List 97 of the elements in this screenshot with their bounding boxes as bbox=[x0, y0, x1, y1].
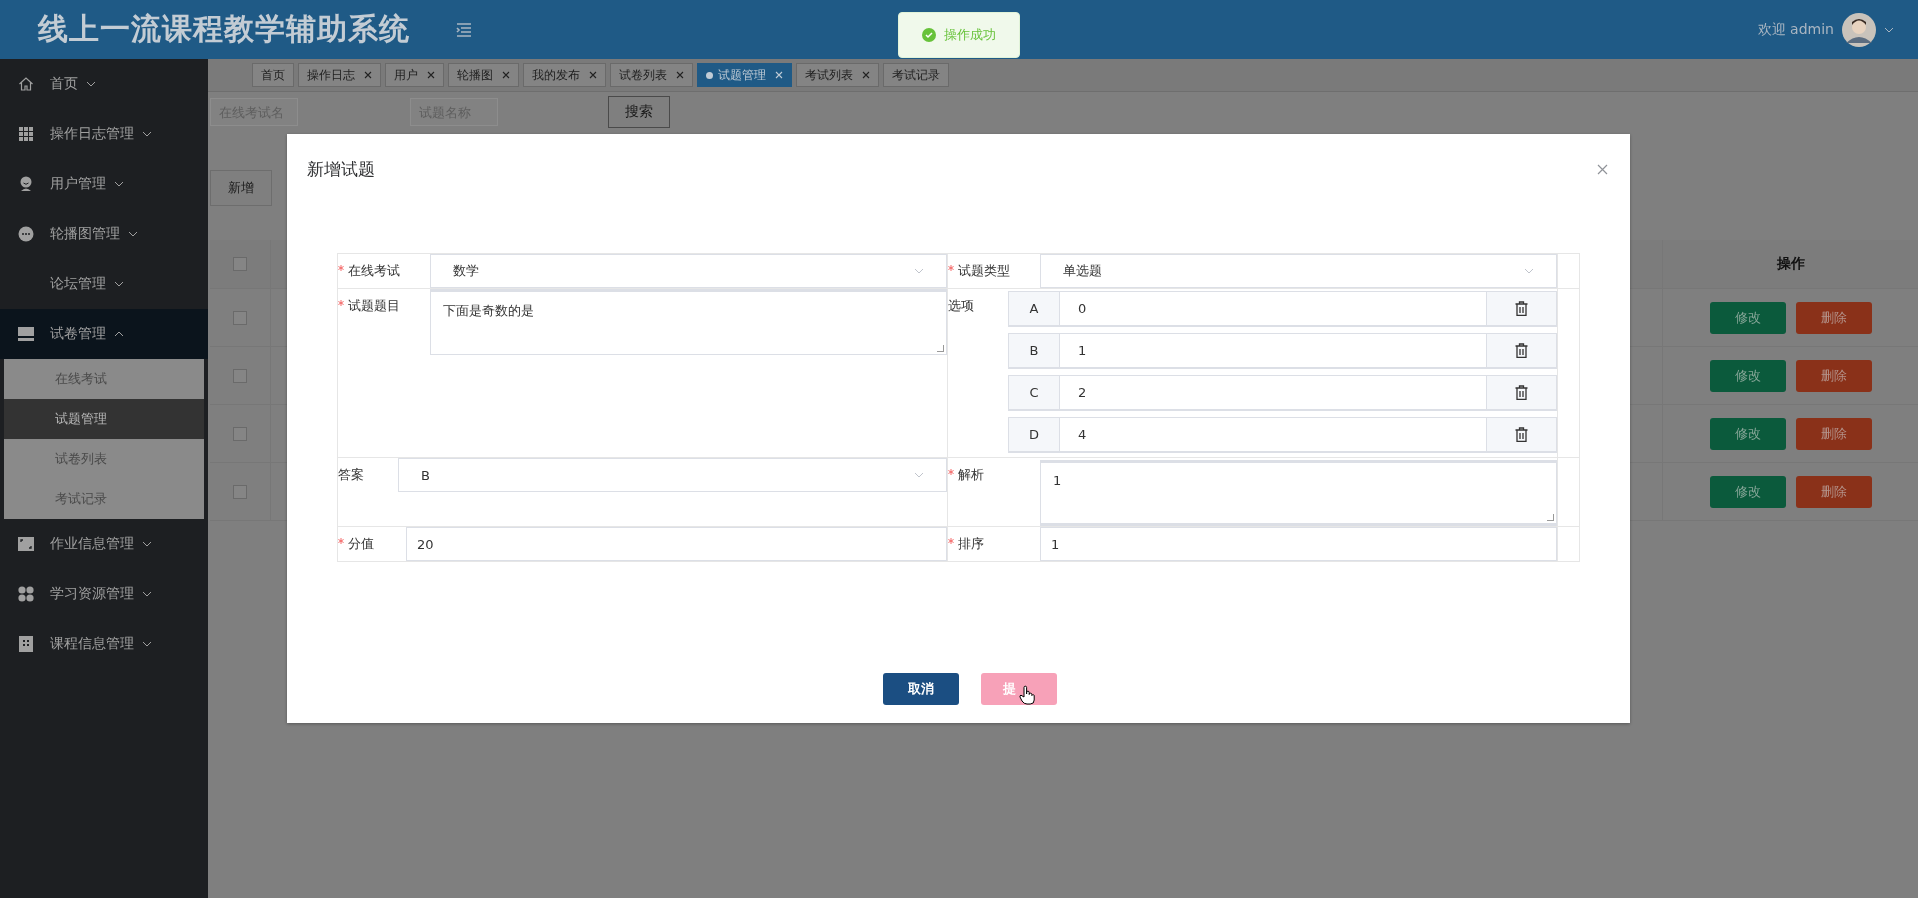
field-label: 试题题目 bbox=[338, 289, 430, 315]
checkbox[interactable] bbox=[233, 484, 247, 499]
asterisk-icon bbox=[338, 538, 344, 544]
chevron-down-icon bbox=[142, 591, 152, 597]
sidebar-item[interactable]: 学习资源管理 bbox=[0, 569, 208, 619]
chevron-down-icon bbox=[1524, 268, 1534, 274]
field-label: 排序 bbox=[948, 535, 1040, 553]
edit-button[interactable]: 修改 bbox=[1709, 417, 1786, 450]
textarea-field[interactable]: 1 bbox=[1040, 460, 1557, 526]
asterisk-icon bbox=[948, 469, 954, 475]
dialog-title: 新增试题 bbox=[307, 158, 375, 181]
checkbox[interactable] bbox=[233, 426, 247, 441]
clover-icon bbox=[18, 586, 34, 602]
chevron-down-icon bbox=[128, 231, 138, 237]
input-field[interactable]: 20 bbox=[406, 527, 947, 561]
cancel-button[interactable]: 取消 bbox=[882, 673, 959, 705]
page-tab[interactable]: 试卷列表 bbox=[610, 63, 693, 87]
sidebar-item[interactable]: 操作日志管理 bbox=[0, 109, 208, 159]
close-icon[interactable] bbox=[862, 71, 870, 79]
page-tab[interactable]: 用户 bbox=[385, 63, 444, 87]
delete-button[interactable]: 删除 bbox=[1795, 359, 1872, 392]
edit-button[interactable]: 修改 bbox=[1709, 301, 1786, 334]
toast-text: 操作成功 bbox=[944, 26, 996, 44]
check-circle-icon bbox=[922, 28, 936, 42]
home-icon bbox=[18, 76, 34, 92]
asterisk-icon bbox=[948, 265, 954, 271]
chevron-down-icon[interactable] bbox=[1884, 26, 1894, 33]
hand-cursor-icon bbox=[1018, 685, 1035, 705]
submenu-item[interactable]: 试题管理 bbox=[4, 399, 204, 439]
edit-button[interactable]: 修改 bbox=[1709, 359, 1786, 392]
chevron-down-icon bbox=[86, 81, 96, 87]
dot-icon bbox=[706, 71, 713, 79]
submenu-item[interactable]: 试卷列表 bbox=[4, 439, 204, 479]
close-icon[interactable] bbox=[364, 71, 372, 79]
app-title: 线上一流课程教学辅助系统 bbox=[38, 10, 410, 48]
delete-button[interactable]: 删除 bbox=[1795, 301, 1872, 334]
sidebar-item[interactable]: 课程信息管理 bbox=[0, 619, 208, 669]
page-tab[interactable]: 操作日志 bbox=[298, 63, 381, 87]
page-tab[interactable]: 轮播图 bbox=[448, 63, 519, 87]
submenu-item[interactable]: 在线考试 bbox=[4, 359, 204, 399]
field-label: 答案 bbox=[338, 466, 365, 484]
grid-icon bbox=[18, 126, 34, 142]
search-button[interactable]: 搜索 bbox=[608, 96, 670, 128]
delete-button[interactable]: 删除 bbox=[1795, 475, 1872, 508]
close-icon[interactable] bbox=[502, 71, 510, 79]
monitor-icon bbox=[18, 326, 34, 342]
field-label: 试题类型 bbox=[948, 262, 1040, 280]
checkbox[interactable] bbox=[233, 257, 247, 271]
delete-button[interactable]: 删除 bbox=[1795, 417, 1872, 450]
input-field[interactable]: 1 bbox=[1040, 527, 1557, 561]
add-button[interactable]: 新增 bbox=[210, 170, 272, 206]
close-icon[interactable] bbox=[1597, 164, 1608, 175]
close-icon[interactable] bbox=[589, 71, 597, 79]
page-tab[interactable]: 试题管理 bbox=[697, 63, 792, 87]
building-icon bbox=[18, 636, 34, 652]
sidebar-item[interactable]: 作业信息管理 bbox=[0, 519, 208, 569]
page-tab[interactable]: 考试列表 bbox=[796, 63, 879, 87]
chevron-down-icon bbox=[142, 131, 152, 137]
select-field[interactable]: 单选题 bbox=[1040, 254, 1557, 288]
chevron-down-icon bbox=[142, 541, 152, 547]
page-tab[interactable]: 我的发布 bbox=[523, 63, 606, 87]
select-field[interactable]: B bbox=[398, 458, 947, 492]
sidebar-item[interactable]: 论坛管理 bbox=[0, 259, 208, 309]
select-field[interactable]: 数学 bbox=[430, 254, 947, 288]
page-tab[interactable]: 考试记录 bbox=[883, 63, 949, 87]
sidebar-item[interactable]: 试卷管理 bbox=[0, 309, 208, 359]
field-label: 分值 bbox=[338, 535, 406, 553]
field-label: 选项 bbox=[948, 297, 975, 315]
chevron-down-icon bbox=[914, 268, 924, 274]
checkbox[interactable] bbox=[233, 310, 247, 325]
column-header: 操作 bbox=[1776, 255, 1805, 273]
page-tab[interactable]: 首页 bbox=[252, 63, 294, 87]
chevron-up-icon bbox=[114, 331, 124, 337]
menu-icon[interactable] bbox=[456, 22, 472, 37]
submenu-item[interactable]: 考试记录 bbox=[4, 479, 204, 519]
welcome-text: 欢迎 admin bbox=[1757, 20, 1834, 39]
asterisk-icon bbox=[338, 265, 344, 271]
chevron-down-icon bbox=[142, 641, 152, 647]
sidebar-item[interactable]: 用户管理 bbox=[0, 159, 208, 209]
edit-button[interactable]: 修改 bbox=[1709, 475, 1786, 508]
chevron-down-icon bbox=[114, 181, 124, 187]
image-icon bbox=[18, 536, 34, 552]
chevron-down-icon bbox=[914, 472, 924, 478]
sidebar-item[interactable]: 轮播图管理 bbox=[0, 209, 208, 259]
textarea-field[interactable]: 下面是奇数的是 bbox=[430, 289, 947, 355]
sidebar-item[interactable]: 首页 bbox=[0, 59, 208, 109]
asterisk-icon bbox=[948, 538, 954, 544]
checkbox[interactable] bbox=[233, 368, 247, 383]
close-icon[interactable] bbox=[427, 71, 435, 79]
close-icon[interactable] bbox=[676, 71, 684, 79]
user-icon bbox=[18, 176, 34, 192]
chevron-down-icon bbox=[114, 281, 124, 287]
field-label: 解析 bbox=[948, 458, 1040, 484]
field-label: 在线考试 bbox=[338, 262, 430, 280]
asterisk-icon bbox=[338, 300, 344, 306]
chat-icon bbox=[18, 226, 34, 242]
avatar-icon[interactable] bbox=[1842, 12, 1876, 47]
